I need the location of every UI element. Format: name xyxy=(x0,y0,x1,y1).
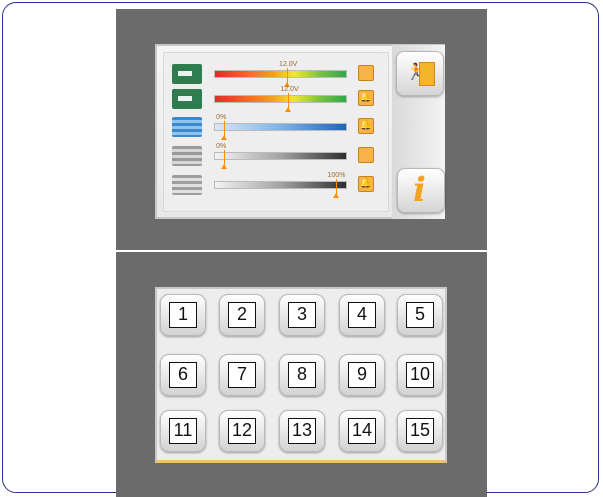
keypad-key-10[interactable]: 10 xyxy=(397,354,443,396)
key-number-label: 2 xyxy=(228,302,256,328)
exit-button[interactable]: 🏃 xyxy=(396,51,444,96)
key-number-label: 12 xyxy=(228,418,256,444)
battery-icon xyxy=(172,89,202,109)
keypad-key-15[interactable]: 15 xyxy=(397,410,443,452)
keypad-key-8[interactable]: 8 xyxy=(279,354,325,396)
keypad-key-9[interactable]: 9 xyxy=(339,354,385,396)
grey-water-tank-icon xyxy=(172,146,202,166)
keypad-key-4[interactable]: 4 xyxy=(339,294,385,336)
key-number-label: 4 xyxy=(348,302,376,328)
keypad-key-14[interactable]: 14 xyxy=(339,410,385,452)
level-marker xyxy=(285,93,292,112)
keypad-key-2[interactable]: 2 xyxy=(219,294,265,336)
level-bar: 0% xyxy=(214,143,347,169)
key-number-label: 6 xyxy=(169,362,197,388)
info-icon: i xyxy=(413,170,426,210)
level-label: 12.0V xyxy=(279,61,298,68)
keypad-key-13[interactable]: 13 xyxy=(279,410,325,452)
level-bar: 12.0V xyxy=(214,61,347,87)
level-bar: 0% xyxy=(214,114,347,140)
level-marker xyxy=(221,150,228,169)
key-number-label: 9 xyxy=(348,362,376,388)
keypad-key-11[interactable]: 11 xyxy=(160,410,206,452)
level-label: 0% xyxy=(216,114,227,121)
level-marker xyxy=(221,121,228,140)
key-number-label: 11 xyxy=(169,418,197,444)
tank-row: 12.0V xyxy=(172,61,382,87)
level-bar: 12.0V xyxy=(214,86,347,112)
key-number-label: 5 xyxy=(406,302,434,328)
tank-row: 100% 🔔 xyxy=(172,172,382,198)
alarm-bell-button[interactable]: 🔔 xyxy=(358,118,374,134)
keypad-key-7[interactable]: 7 xyxy=(219,354,265,396)
level-bar: 100% xyxy=(214,172,347,198)
key-number-label: 1 xyxy=(169,302,197,328)
fresh-water-tank-icon xyxy=(172,64,202,84)
keypad-key-1[interactable]: 1 xyxy=(160,294,206,336)
black-water-tank-icon xyxy=(172,175,202,195)
key-number-label: 8 xyxy=(288,362,316,388)
level-marker xyxy=(332,179,339,198)
keypad-key-3[interactable]: 3 xyxy=(279,294,325,336)
alarm-bell-button[interactable]: 🔔 xyxy=(358,176,374,192)
water-level-icon xyxy=(172,117,202,137)
keypad-key-5[interactable]: 5 xyxy=(397,294,443,336)
tank-row: 0% 🔔 xyxy=(172,114,382,140)
alarm-bell-button[interactable]: 🔔 xyxy=(358,90,374,106)
info-button[interactable]: i xyxy=(397,168,445,213)
status-square-button[interactable] xyxy=(358,147,374,163)
tank-row: 0% xyxy=(172,143,382,169)
level-label: 100% xyxy=(327,172,346,179)
key-number-label: 13 xyxy=(288,418,316,444)
key-number-label: 10 xyxy=(406,362,434,388)
status-square-button[interactable] xyxy=(358,65,374,81)
level-label: 12.0V xyxy=(280,86,299,93)
tank-row: 12.0V 🔔 xyxy=(172,86,382,112)
key-number-label: 7 xyxy=(228,362,256,388)
keypad-key-6[interactable]: 6 xyxy=(160,354,206,396)
exit-door-icon xyxy=(419,62,435,86)
keypad-key-12[interactable]: 12 xyxy=(219,410,265,452)
key-number-label: 15 xyxy=(406,418,434,444)
key-number-label: 3 xyxy=(288,302,316,328)
level-label: 0% xyxy=(216,143,227,150)
level-marker xyxy=(284,68,291,87)
key-number-label: 14 xyxy=(348,418,376,444)
